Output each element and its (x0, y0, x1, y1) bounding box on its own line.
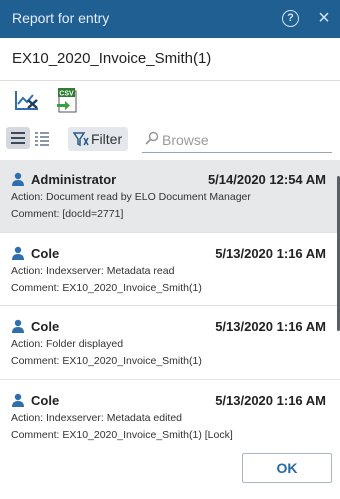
user-icon (11, 246, 25, 260)
details-view-button[interactable] (33, 127, 51, 149)
list-view-button[interactable] (6, 127, 30, 149)
csv-export-icon[interactable]: CSV (55, 87, 79, 113)
help-icon[interactable]: ? (282, 10, 299, 27)
entry-action: Action: Indexserver: Metadata read (11, 265, 175, 277)
entry-date: 5/13/2020 1:16 AM (215, 319, 326, 334)
list-item[interactable]: Administrator 5/14/2020 12:54 AM Action:… (0, 160, 340, 233)
search-input[interactable] (162, 130, 327, 150)
entry-user: Cole (31, 319, 60, 334)
user-icon (11, 393, 25, 407)
entry-comment: Comment: EX10_2020_Invoice_Smith(1) (11, 355, 202, 367)
dialog-title: Report for entry (12, 10, 110, 26)
entry-comment: Comment: EX10_2020_Invoice_Smith(1) (11, 282, 202, 294)
filter-label: Filter (91, 131, 123, 147)
divider (0, 80, 340, 81)
entry-date: 5/14/2020 12:54 AM (207, 172, 326, 187)
ok-button[interactable]: OK (242, 453, 332, 483)
list-item[interactable]: Cole 5/13/2020 1:16 AM Action: Folder di… (0, 307, 340, 380)
entry-comment: Comment: [docId=2771] (11, 208, 124, 220)
entry-date: 5/13/2020 1:16 AM (215, 393, 326, 408)
csv-label: CSV (59, 91, 74, 98)
entry-action: Action: Indexserver: Metadata edited (11, 412, 183, 424)
entry-action: Action: Folder displayed (11, 338, 124, 350)
document-name: EX10_2020_Invoice_Smith(1) (12, 50, 212, 67)
list-item[interactable]: Cole 5/13/2020 1:16 AM Action: Indexserv… (0, 381, 340, 446)
entry-user: Cole (31, 246, 60, 261)
entry-action: Action: Document read by ELO Document Ma… (11, 191, 251, 203)
filter-button[interactable]: Filter (68, 127, 128, 151)
list-item[interactable]: Cole 5/13/2020 1:16 AM Action: Indexserv… (0, 233, 340, 306)
remove-filter-chart-icon[interactable] (14, 88, 40, 112)
entry-comment: Comment: EX10_2020_Invoice_Smith(1) [Loc… (11, 429, 233, 441)
entry-user: Cole (31, 393, 60, 408)
filter-icon (72, 131, 89, 147)
user-icon (11, 319, 25, 333)
entry-date: 5/13/2020 1:16 AM (215, 246, 326, 261)
dialog-titlebar: Report for entry ? × (0, 0, 340, 38)
user-icon (11, 172, 25, 186)
close-icon[interactable]: × (314, 7, 334, 29)
search-icon (145, 131, 159, 145)
search-box[interactable] (142, 127, 332, 153)
entry-user: Administrator (31, 172, 117, 187)
report-list: Administrator 5/14/2020 12:54 AM Action:… (0, 160, 340, 446)
